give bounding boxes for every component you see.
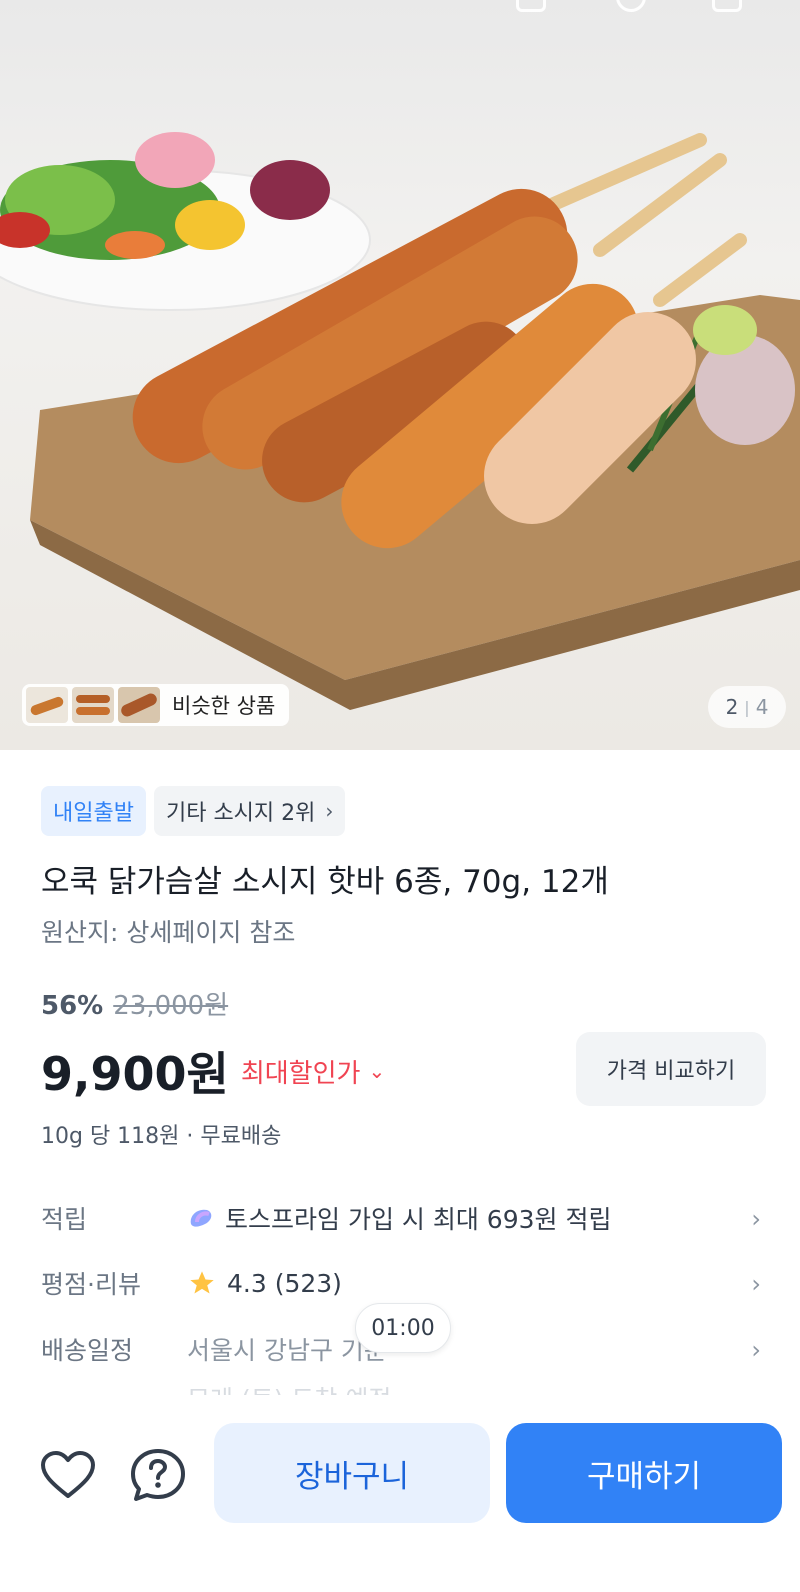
- inquiry-button[interactable]: [128, 1445, 188, 1505]
- similar-thumb-3: [118, 687, 160, 723]
- similar-products-chip[interactable]: 비슷한 상품: [22, 684, 290, 726]
- chevron-right-icon: ›: [751, 1336, 761, 1364]
- price-line: 9,900원 최대할인가 ⌄: [41, 1038, 385, 1104]
- delivery-key: 배송일정: [41, 1336, 134, 1365]
- discount-line: 56% 23,000원: [41, 985, 228, 1022]
- delivery-badge-label: 내일출발: [53, 801, 134, 826]
- rating-row[interactable]: 평점·리뷰 4.3 (523) ›: [41, 1258, 761, 1308]
- points-value-wrap: 토스프라임 가입 시 최대 693원 적립: [187, 1200, 611, 1236]
- unit-price-shipping: 10g 당 118원 · 무료배송: [41, 1124, 282, 1149]
- points-value: 토스프라임 가입 시 최대 693원 적립: [225, 1205, 612, 1234]
- discount-rate: 56%: [41, 991, 104, 1021]
- product-image-carousel[interactable]: 비슷한 상품 2 | 4: [0, 0, 800, 750]
- bottom-action-bar: 장바구니 구매하기: [0, 1395, 800, 1592]
- delivery-badge: 내일출발: [41, 786, 146, 836]
- timer-pill: 01:00: [355, 1303, 451, 1353]
- cart-icon[interactable]: [712, 0, 742, 12]
- search-icon[interactable]: [616, 0, 646, 12]
- product-photo: [0, 132, 800, 710]
- points-row[interactable]: 적립 토스프라임 가입 시 최대 693원 적립 ›: [41, 1193, 761, 1243]
- max-discount-toggle[interactable]: 최대할인가 ⌄: [241, 1053, 385, 1090]
- rating-value-wrap: 4.3 (523): [187, 1269, 342, 1298]
- total-pages: 4: [755, 695, 769, 719]
- rating-value: 4.3 (523): [227, 1268, 342, 1298]
- wishlist-button[interactable]: [38, 1445, 98, 1505]
- rating-key: 평점·리뷰: [41, 1270, 141, 1299]
- sale-price: 9,900원: [41, 1047, 229, 1101]
- home-icon[interactable]: [516, 0, 546, 12]
- top-toolbar: [0, 0, 800, 12]
- buy-now-button[interactable]: 구매하기: [506, 1423, 782, 1523]
- page-separator: |: [744, 697, 750, 717]
- heart-icon: [41, 1451, 95, 1498]
- similar-thumb-1: [26, 687, 68, 723]
- image-page-indicator: 2 | 4: [708, 686, 786, 728]
- ranking-badge-label: 기타 소시지 2위: [165, 801, 316, 826]
- badge-row: 내일출발 기타 소시지 2위 ›: [41, 786, 346, 836]
- similar-products-label: 비슷한 상품: [172, 694, 276, 718]
- original-price: 23,000원: [113, 991, 229, 1021]
- product-origin: 원산지: 상세페이지 참조: [41, 918, 296, 947]
- back-icon[interactable]: [30, 0, 60, 12]
- chevron-right-icon: ›: [751, 1270, 761, 1298]
- points-key: 적립: [41, 1205, 88, 1234]
- toss-prime-icon: [190, 1209, 212, 1227]
- current-page: 2: [725, 695, 739, 719]
- ranking-badge[interactable]: 기타 소시지 2위 ›: [153, 786, 346, 836]
- max-discount-label: 최대할인가: [240, 1058, 361, 1089]
- chevron-right-icon: ›: [751, 1205, 761, 1233]
- chevron-down-icon: ⌄: [368, 1059, 386, 1083]
- chevron-right-icon: ›: [325, 799, 334, 823]
- add-to-cart-button[interactable]: 장바구니: [214, 1423, 490, 1523]
- price-compare-button[interactable]: 가격 비교하기: [576, 1032, 766, 1106]
- question-bubble-icon: [131, 1449, 185, 1501]
- star-icon: [190, 1271, 214, 1294]
- product-title: 오쿡 닭가슴살 소시지 핫바 6종, 70g, 12개: [41, 864, 609, 900]
- similar-thumb-2: [72, 687, 114, 723]
